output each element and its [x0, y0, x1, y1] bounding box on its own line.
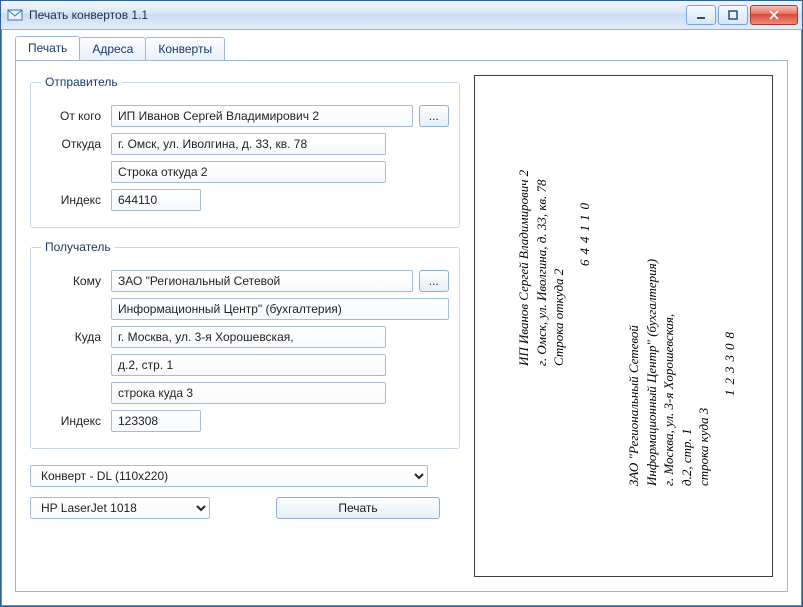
- sender-browse-button[interactable]: ...: [419, 105, 449, 127]
- tab-page-print: Отправитель От кого ... Откуда: [15, 60, 788, 592]
- printer-select[interactable]: HP LaserJet 1018: [30, 497, 210, 519]
- sender-from-label: От кого: [41, 109, 111, 123]
- preview-sender-block: ИП Иванов Сергей Владимирович 2 г. Омск,…: [515, 170, 593, 366]
- recipient-to-line1-input[interactable]: [111, 270, 413, 292]
- envelope-preview: ИП Иванов Сергей Владимирович 2 г. Омск,…: [474, 75, 773, 577]
- recipient-index-label: Индекс: [41, 414, 111, 428]
- preview-recipient-line: строка куда 3: [695, 259, 713, 486]
- recipient-to-line2-input[interactable]: [111, 298, 449, 320]
- recipient-legend: Получатель: [41, 240, 115, 254]
- sender-addr-label: Откуда: [41, 137, 111, 151]
- form-column: Отправитель От кого ... Откуда: [30, 75, 460, 577]
- recipient-addr-line1-input[interactable]: [111, 326, 386, 348]
- window-title: Печать конвертов 1.1: [29, 8, 686, 22]
- recipient-addr-line3-input[interactable]: [111, 382, 386, 404]
- preview-recipient-block: ЗАО "Региональный Сетевой Информационный…: [625, 259, 738, 486]
- recipient-group: Получатель Кому ...: [30, 240, 460, 449]
- preview-sender-line: ИП Иванов Сергей Владимирович 2: [515, 170, 533, 366]
- recipient-addr-line2-input[interactable]: [111, 354, 386, 376]
- window-buttons: [686, 5, 798, 25]
- print-button[interactable]: Печать: [276, 497, 440, 519]
- tab-addresses[interactable]: Адреса: [79, 37, 146, 60]
- minimize-button[interactable]: [686, 5, 716, 25]
- tab-strip: Печать Адреса Конверты: [15, 36, 788, 60]
- sender-addr-line2-input[interactable]: [111, 161, 386, 183]
- recipient-browse-button[interactable]: ...: [419, 270, 449, 292]
- sender-from-input[interactable]: [111, 105, 413, 127]
- preview-recipient-line: д.2, стр. 1: [678, 259, 696, 486]
- preview-sender-line: Строка откуда 2: [550, 170, 568, 366]
- sender-legend: Отправитель: [41, 75, 122, 89]
- envelope-select[interactable]: Конверт - DL (110x220): [30, 465, 428, 487]
- sender-index-input[interactable]: [111, 189, 201, 211]
- preview-recipient-index: 123308: [721, 259, 739, 396]
- sender-index-label: Индекс: [41, 193, 111, 207]
- maximize-button[interactable]: [718, 5, 748, 25]
- tab-envelopes[interactable]: Конверты: [145, 37, 225, 60]
- preview-recipient-line: ЗАО "Региональный Сетевой: [625, 259, 643, 486]
- envelope-icon: [7, 7, 23, 23]
- recipient-to-label: Кому: [41, 274, 111, 288]
- close-button[interactable]: [750, 5, 798, 25]
- sender-addr-line1-input[interactable]: [111, 133, 386, 155]
- app-window: Печать конвертов 1.1 Печать Адреса Конве…: [0, 0, 803, 607]
- preview-recipient-line: Информационный Центр" (бухгалтерия): [643, 259, 661, 486]
- recipient-index-input[interactable]: [111, 410, 201, 432]
- preview-sender-line: г. Омск, ул. Иволгина, д. 33, кв. 78: [533, 170, 551, 366]
- titlebar: Печать конвертов 1.1: [1, 1, 802, 30]
- client-area: Печать Адреса Конверты Отправитель От ко…: [5, 30, 798, 602]
- sender-group: Отправитель От кого ... Откуда: [30, 75, 460, 228]
- preview-column: ИП Иванов Сергей Владимирович 2 г. Омск,…: [474, 75, 773, 577]
- recipient-addr-label: Куда: [41, 330, 111, 344]
- tab-print[interactable]: Печать: [15, 36, 80, 60]
- preview-recipient-line: г. Москва, ул. 3-я Хорошевская,: [660, 259, 678, 486]
- preview-sender-index: 644110: [576, 170, 594, 266]
